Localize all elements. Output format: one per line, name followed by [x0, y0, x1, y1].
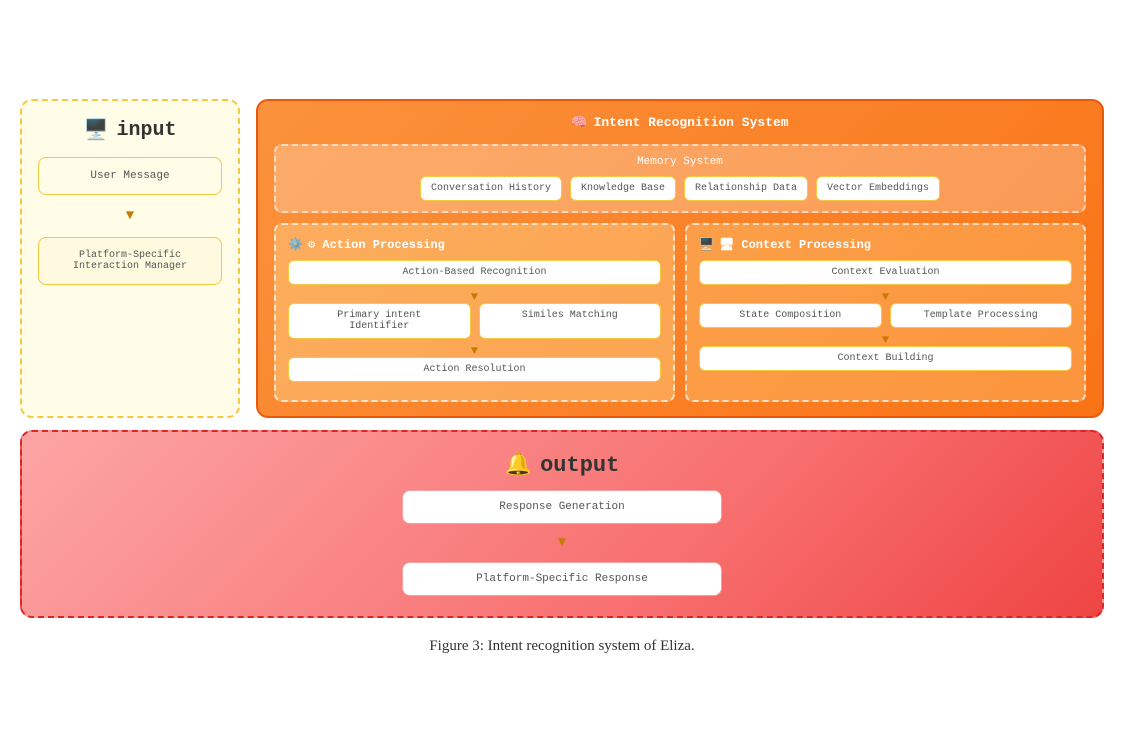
input-arrow-down: ▼	[126, 209, 134, 223]
user-message-box: User Message	[38, 157, 222, 195]
response-generation-box: Response Generation	[402, 490, 722, 524]
figure-caption: Figure 3: Intent recognition system of E…	[429, 638, 694, 655]
memory-item-conversation: Conversation History	[420, 176, 562, 201]
memory-item-knowledge: Knowledge Base	[570, 176, 676, 201]
intent-label: Intent Recognition System	[594, 115, 789, 130]
input-icon: 🖥️	[84, 117, 109, 143]
action-arrow-2: ▼	[288, 345, 661, 357]
platform-response-box: Platform-Specific Response	[402, 562, 722, 596]
output-icon: 🔔	[505, 452, 532, 478]
context-processing-title: 🖥️ 🖥 Context Processing	[699, 237, 1072, 252]
action-processing-panel: ⚙️ ⚙ Action Processing Action-Based Reco…	[274, 223, 675, 402]
platform-manager-label: Platform-SpecificInteraction Manager	[73, 250, 187, 272]
memory-item-vector: Vector Embeddings	[816, 176, 940, 201]
output-label: output	[540, 453, 619, 478]
context-icon: 🖥️	[699, 237, 714, 252]
memory-system: Memory System Conversation History Knowl…	[274, 144, 1086, 213]
main-wrapper: 🖥️ input User Message ▼ Platform-Specifi…	[20, 99, 1104, 655]
action-arrow-1: ▼	[288, 291, 661, 303]
memory-item-relationship: Relationship Data	[684, 176, 808, 201]
input-title: 🖥️ input	[84, 117, 177, 143]
intent-panel: 🧠 Intent Recognition System Memory Syste…	[256, 99, 1104, 418]
user-message-label: User Message	[90, 170, 169, 182]
input-panel: 🖥️ input User Message ▼ Platform-Specifi…	[20, 99, 240, 418]
action-flow-row: Primary intentIdentifier Similes Matchin…	[288, 303, 661, 339]
action-icon: ⚙️	[288, 237, 303, 252]
context-evaluation-box: Context Evaluation	[699, 260, 1072, 285]
context-arrow-2: ▼	[699, 334, 1072, 346]
context-arrow-1: ▼	[699, 291, 1072, 303]
platform-manager-box: Platform-SpecificInteraction Manager	[38, 237, 222, 285]
top-section: 🖥️ input User Message ▼ Platform-Specifi…	[20, 99, 1104, 418]
action-processing-title: ⚙️ ⚙ Action Processing	[288, 237, 661, 252]
context-building-box: Context Building	[699, 346, 1072, 371]
output-arrow: ▼	[558, 536, 566, 550]
context-processing-panel: 🖥️ 🖥 Context Processing Context Evaluati…	[685, 223, 1086, 402]
output-panel: 🔔 output Response Generation ▼ Platform-…	[20, 430, 1104, 618]
intent-icon: 🧠	[571, 115, 587, 130]
intent-title: 🧠 Intent Recognition System	[274, 115, 1086, 130]
similes-matching-box: Similes Matching	[479, 303, 662, 339]
action-recognition-box: Action-Based Recognition	[288, 260, 661, 285]
memory-items: Conversation History Knowledge Base Rela…	[288, 176, 1072, 201]
input-label: input	[116, 119, 176, 142]
action-resolution-box: Action Resolution	[288, 357, 661, 382]
context-flow-row: State Composition Template Processing	[699, 303, 1072, 328]
primary-intent-box: Primary intentIdentifier	[288, 303, 471, 339]
processing-row: ⚙️ ⚙ Action Processing Action-Based Reco…	[274, 223, 1086, 402]
state-composition-box: State Composition	[699, 303, 882, 328]
template-processing-box: Template Processing	[890, 303, 1073, 328]
memory-title: Memory System	[288, 156, 1072, 168]
output-title: 🔔 output	[505, 452, 620, 478]
